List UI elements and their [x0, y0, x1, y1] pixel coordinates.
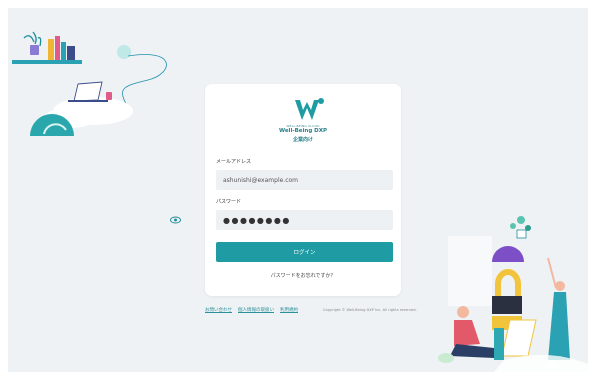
- cup-icon: [106, 92, 112, 100]
- copyright-text: Copyright © Well-Being DXP Inc. All righ…: [323, 308, 417, 312]
- footer-links: お問い合わせ 個人情報の取扱い 利用規約: [205, 307, 298, 313]
- login-card: WELL-BEING CLOUD Well-Being DXP 企業向け メール…: [205, 84, 401, 296]
- plant-icon: [23, 31, 42, 55]
- person-sitting-icon: [438, 306, 494, 363]
- brand-sub-name: 企業向け: [292, 137, 313, 143]
- plant-icon: [510, 216, 531, 239]
- password-label: パスワード: [216, 199, 242, 205]
- eye-icon[interactable]: [170, 216, 181, 224]
- books-icon: [12, 36, 82, 64]
- brand-name: Well-Being DXP: [278, 128, 328, 134]
- password-field[interactable]: [216, 210, 393, 230]
- lock-icon: [492, 269, 522, 314]
- footer-link-terms[interactable]: 利用規約: [280, 307, 298, 313]
- person-standing-icon: [546, 257, 570, 368]
- login-button[interactable]: ログイン: [216, 242, 393, 262]
- email-field[interactable]: [216, 170, 393, 190]
- email-label: メールアドレス: [216, 159, 252, 165]
- forgot-password-link[interactable]: パスワードをお忘れですか？: [205, 272, 401, 279]
- footer-link-privacy[interactable]: 個人情報の取扱い: [238, 307, 274, 313]
- w-logo-icon: [295, 98, 324, 120]
- footer-link-contact[interactable]: お問い合わせ: [205, 307, 232, 313]
